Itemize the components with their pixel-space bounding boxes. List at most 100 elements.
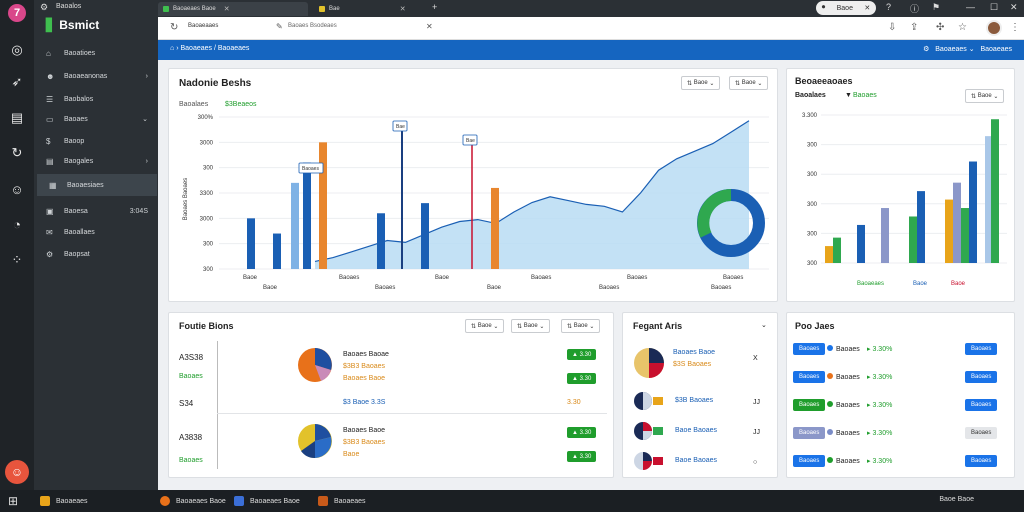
breadcrumb: ⌂ › Baoaeaes / Baoaeaes [170, 45, 249, 52]
pool-row-tag[interactable]: Baoaes [793, 399, 826, 411]
portfolio-filter-1[interactable]: ⇅ Baoe ⌄ [465, 319, 505, 333]
portfolio-badge[interactable]: ▲ 3.30 [567, 427, 597, 438]
payment-row-action[interactable]: ○ [753, 459, 757, 466]
tab-secondary[interactable]: Bae ✕ [314, 2, 424, 16]
pool-row-mid: Baoaes [836, 374, 860, 381]
pool-row-button[interactable]: Baoaes [965, 399, 998, 411]
sidebar-item[interactable]: ⌂ Baoatioes [34, 42, 158, 64]
breadcrumb-item[interactable]: Baoaeaes [218, 45, 250, 52]
divider [217, 413, 607, 414]
minimize-icon[interactable]: — [966, 2, 975, 12]
portfolio-badge[interactable]: ▲ 3.30 [567, 349, 597, 360]
pool-row-pct: ▸ 3.30% [867, 373, 892, 381]
main-chart-title: Nadonie Beshs [179, 78, 252, 89]
leaf-icon[interactable]: ◎ [8, 41, 26, 59]
taskbar-item[interactable]: Baoaeaes [318, 494, 366, 508]
payment-row-action[interactable]: X [753, 355, 758, 362]
maximize-icon[interactable]: ☐ [990, 2, 998, 13]
brand-title[interactable]: ▋ Bsmict [46, 18, 99, 32]
sidebar-top-text: Baoalos [56, 3, 82, 10]
info-icon[interactable]: ⓘ [910, 2, 919, 15]
right-filter-button[interactable]: ⇅ Baoe ⌄ [965, 89, 1005, 103]
portfolio-filter-2[interactable]: ⇅ Baoe ⌄ [511, 319, 551, 333]
sidebar-item[interactable]: ⚙ Baopsat [34, 243, 158, 265]
tab-main[interactable]: Baoaeaes Baoe ✕ [158, 2, 308, 16]
window-pill[interactable]: ⏺ Baoe ✕ [816, 1, 876, 15]
pool-row-tag[interactable]: Baoaes [793, 371, 826, 383]
y-tick-label: 300 [807, 231, 818, 237]
download-icon[interactable]: ⇩ [888, 22, 896, 33]
home-icon[interactable]: ⌂ [170, 45, 174, 52]
close-icon[interactable]: ✕ [224, 5, 230, 13]
flag-icon[interactable]: ⚑ [932, 2, 940, 13]
sidebar-item[interactable]: $ Baoop [34, 130, 158, 152]
pool-row-button[interactable]: Baoaes [965, 455, 998, 467]
star-icon[interactable]: ☆ [958, 22, 967, 33]
close-icon[interactable]: ✕ [426, 22, 433, 31]
pool-row-pct: ▸ 3.30% [867, 401, 892, 409]
taskbar-item[interactable]: Baoaeaes Baoe [160, 494, 226, 508]
pool-row-button[interactable]: Baoaes [965, 343, 998, 355]
portfolio-row-sub1: $3B3 Baoaes [343, 439, 386, 446]
rocket-icon[interactable]: ➶ [8, 73, 26, 91]
chevron-down-icon[interactable]: ⌄ [761, 321, 767, 329]
pool-row-button[interactable]: Baoaes [965, 371, 998, 383]
gear-icon[interactable]: ⚙ [923, 46, 929, 53]
sidebar-item[interactable]: ▤ Baogales › [34, 150, 158, 172]
bookmark-icon[interactable]: ✎ [276, 22, 283, 31]
breadcrumb-item[interactable]: Baoaeaes [180, 45, 212, 52]
sidebar-item[interactable]: ▣ Baoesa 3:04S [34, 200, 158, 222]
url-text[interactable]: Baoaeaaes [188, 23, 218, 29]
y-tick-label: 300 [203, 267, 214, 273]
sidebar-item[interactable]: ✉ Baoallaes [34, 221, 158, 243]
header-link-2[interactable]: Baoaeaes [980, 46, 1012, 53]
pool-row-tag[interactable]: Baoaes [793, 427, 826, 439]
windows-start-icon[interactable]: ⊞ [8, 494, 18, 508]
pool-row-button[interactable]: Baoaes [965, 427, 998, 439]
apps-icon[interactable]: ⁘ [8, 251, 26, 269]
bar [909, 216, 917, 263]
sidebar-item[interactable]: ▭ Baoaes ⌄ [34, 108, 158, 130]
payment-row-action[interactable]: JJ [753, 399, 760, 406]
close-icon[interactable]: ✕ [400, 5, 406, 13]
menu-dots-icon[interactable]: ⋮ [1010, 22, 1020, 33]
portfolio-badge[interactable]: ▲ 3.30 [567, 373, 597, 384]
header-link[interactable]: Baoaeaes [935, 46, 967, 53]
refresh-icon[interactable]: ↻ [170, 22, 178, 33]
new-tab-icon[interactable]: + [432, 2, 437, 12]
y-tick-label: 3300 [200, 191, 214, 197]
filter-button-1[interactable]: ⇅ Baoe ⌄ [681, 76, 721, 90]
gear-icon[interactable]: ⚙ [40, 2, 48, 13]
url-path-text[interactable]: Baoaes Bsodeaes [288, 23, 337, 29]
pool-row-pct-value: 3.30% [872, 458, 893, 465]
share-icon[interactable]: ⇪ [910, 22, 918, 33]
pool-row-tag[interactable]: Baoaes [793, 455, 826, 467]
window-close-icon[interactable]: ✕ [1010, 2, 1018, 13]
board-icon[interactable]: ▤ [8, 109, 26, 127]
bar [917, 191, 925, 263]
puzzle-icon[interactable]: ✣ [936, 22, 944, 33]
taskbar-item[interactable]: Baoaeaes Baoe [234, 494, 300, 508]
avatar[interactable] [986, 20, 1002, 36]
taskbar-item[interactable]: Baoaeaes [40, 494, 88, 508]
portfolio-badge[interactable]: ▲ 3.30 [567, 451, 597, 462]
sidebar: ⚙ Baoalos ▋ Bsmict ⌂ Baoatioes ☻ Baoaeanonas… [34, 0, 158, 490]
app-logo-icon[interactable]: 7 [8, 4, 26, 22]
pool-row-tag[interactable]: Baoaes [793, 343, 826, 355]
filter-button-2[interactable]: ⇅ Baoe ⌄ [729, 76, 769, 90]
add-fab-icon[interactable]: ☺ [5, 460, 29, 484]
sidebar-item[interactable]: ▦ Baoaesiaes [37, 174, 157, 196]
arrow-up-icon: ▲ [572, 429, 580, 436]
legend-label: Baoe [951, 281, 966, 287]
chat-icon[interactable]: ☺ [8, 180, 26, 198]
payment-row-action[interactable]: JJ [753, 429, 760, 436]
refresh-icon[interactable]: ↻ [8, 144, 26, 162]
bar [825, 246, 833, 263]
dropdown-arrow-icon[interactable]: ▼ [845, 92, 852, 99]
sidebar-item[interactable]: ☻ Baoaeanonas › [34, 65, 158, 87]
headset-icon[interactable]: ◔ [8, 215, 26, 233]
portfolio-filter-3[interactable]: ⇅ Baoe ⌄ [561, 319, 601, 333]
sidebar-item[interactable]: ☰ Baobalos [34, 88, 158, 110]
status-dot [827, 457, 833, 463]
help-icon[interactable]: ? [886, 2, 891, 12]
